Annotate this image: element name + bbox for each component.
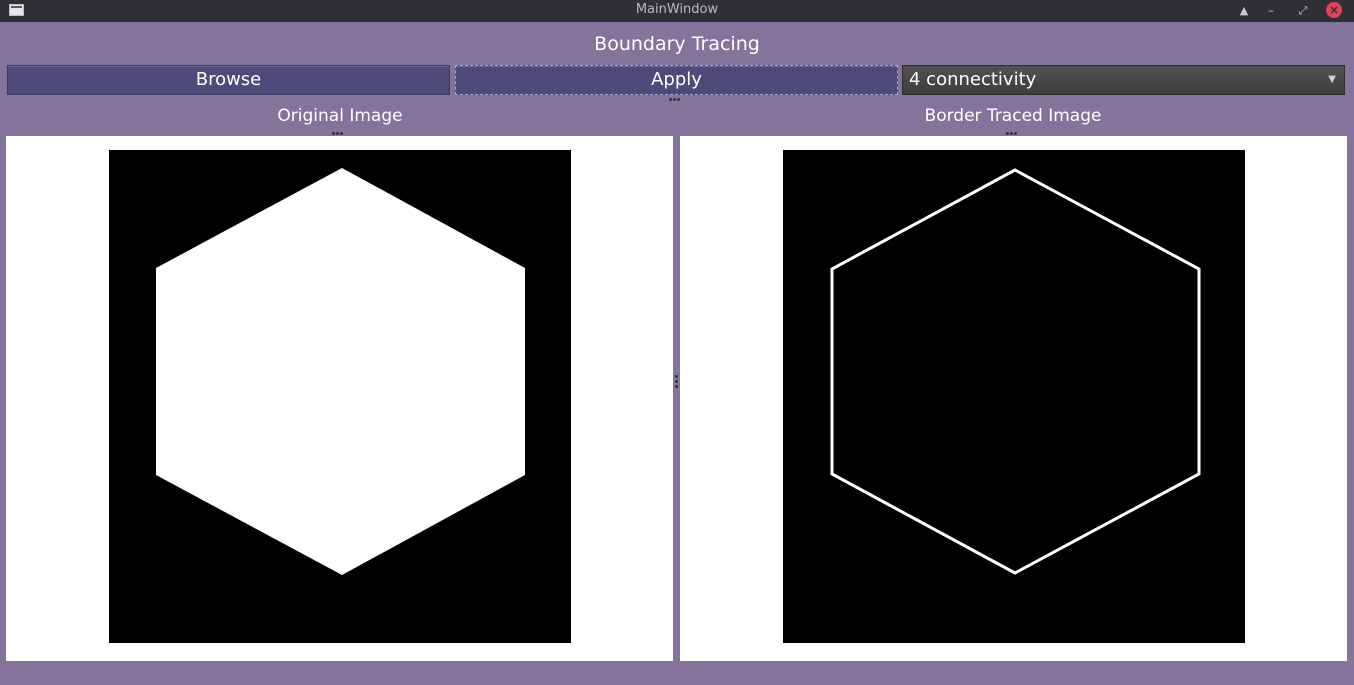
original-image-view [6,136,673,661]
page-title: Boundary Tracing [594,33,760,55]
chevron-down-icon: ▼ [1328,74,1336,85]
filled-hexagon [156,168,525,575]
apply-button[interactable]: Apply [455,65,898,95]
hexagon-outline [830,168,1201,575]
browse-button[interactable]: Browse [7,65,450,95]
eject-icon[interactable]: ▲ [1235,2,1253,20]
splitter-handle-top[interactable] [669,97,683,101]
splitter-handle-right[interactable] [1006,131,1020,135]
traced-image [783,150,1245,643]
minimize-icon[interactable]: – [1262,2,1280,20]
splitter-handle-left[interactable] [332,131,346,135]
traced-image-view [680,136,1347,661]
splitter-handle-vertical[interactable] [675,375,678,389]
status-bar [0,661,1354,685]
original-image-title: Original Image [277,106,403,126]
window-titlebar: MainWindow ▲ – ⤢ × [0,0,1354,22]
close-icon[interactable]: × [1326,2,1342,18]
window-title: MainWindow [635,2,719,17]
original-image [109,150,571,643]
connectivity-select[interactable]: 4 connectivity ▼ [902,65,1345,95]
maximize-icon[interactable]: ⤢ [1294,2,1312,20]
connectivity-select-value: 4 connectivity [909,69,1037,90]
traced-image-title: Border Traced Image [924,106,1102,126]
